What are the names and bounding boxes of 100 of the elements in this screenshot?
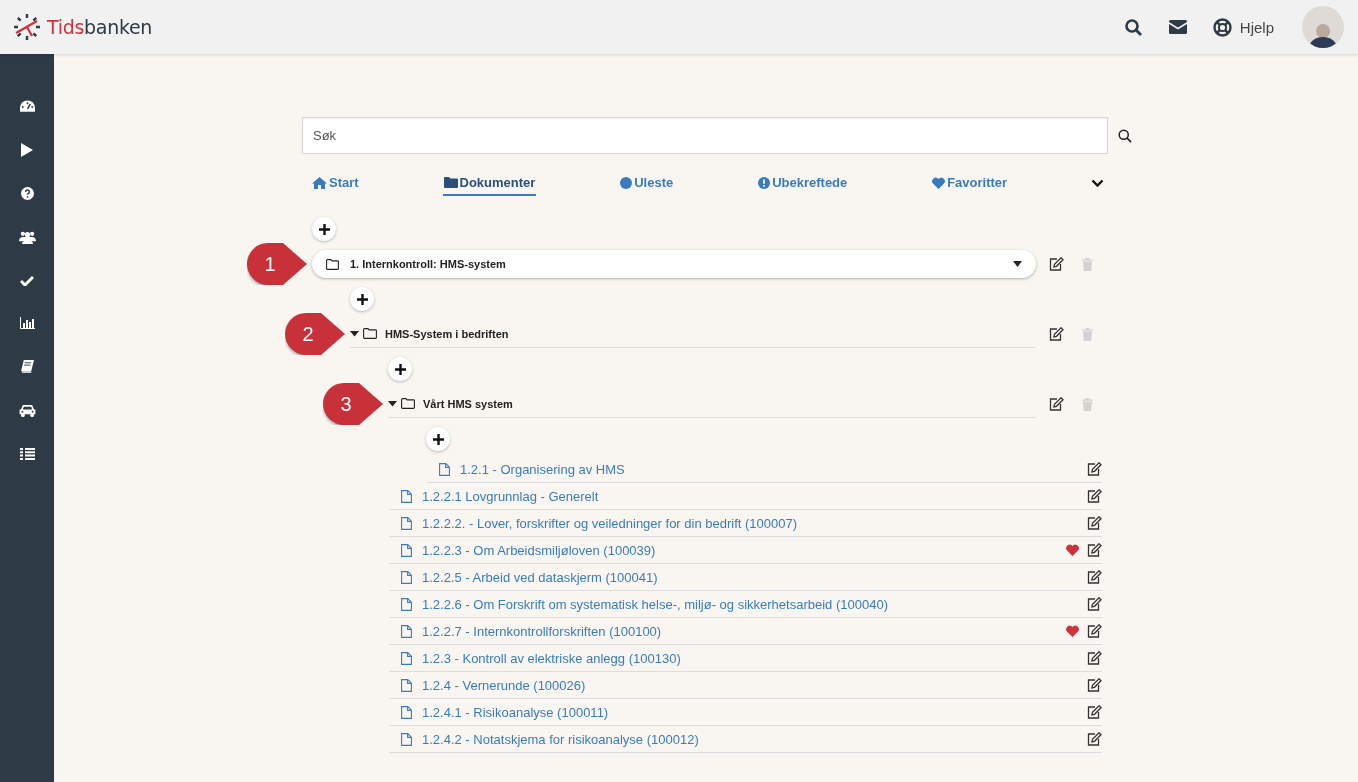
document-link[interactable]: 1.2.4.2 - Notatskjema for risikoanalyse (100012) xyxy=(422,731,1077,747)
edit-icon[interactable] xyxy=(1087,462,1102,476)
document-link[interactable]: 1.2.1 - Organisering av HMS xyxy=(460,461,1077,477)
add-button[interactable] xyxy=(388,357,412,381)
circle-icon xyxy=(620,176,633,189)
document-icon xyxy=(401,651,412,665)
play-icon[interactable] xyxy=(21,143,33,157)
checkmark-icon[interactable] xyxy=(20,275,34,286)
tab[interactable]: Favoritter xyxy=(931,171,1009,196)
document-link[interactable]: 1.2.3 - Kontroll av elektriske anlegg (100130) xyxy=(422,650,1077,666)
search-icon[interactable] xyxy=(1124,18,1142,36)
document-link[interactable]: 1.2.2.3 - Om Arbeidsmiljøloven (100039) xyxy=(422,542,1056,558)
document-icon xyxy=(401,489,412,503)
caret-icon xyxy=(1013,261,1022,267)
document-icon xyxy=(401,516,412,530)
users-icon[interactable] xyxy=(18,231,36,244)
heart-icon xyxy=(932,176,946,189)
document-row[interactable]: 1.2.2.3 - Om Arbeidsmiljøloven (100039) xyxy=(389,537,1102,564)
tab[interactable]: Start xyxy=(311,171,360,196)
document-icon xyxy=(401,678,412,692)
document-link[interactable]: 1.2.2.7 - Internkontrollforskriften (100100) xyxy=(422,623,1056,639)
document-row[interactable]: 1.2.2.7 - Internkontrollforskriften (100100) xyxy=(389,618,1102,645)
edit-icon[interactable] xyxy=(1087,516,1102,530)
document-row[interactable]: 1.2.4.2 - Notatskjema for risikoanalyse (100012) xyxy=(389,726,1102,753)
caret-icon[interactable] xyxy=(388,399,397,408)
brand-name: Tidsbanken xyxy=(47,16,153,38)
edit-icon[interactable] xyxy=(1087,543,1102,557)
folder-row[interactable]: HMS-System i bedriften xyxy=(350,320,1036,348)
heart-icon[interactable] xyxy=(1066,625,1079,637)
help-icon[interactable] xyxy=(20,187,34,200)
document-icon xyxy=(401,624,412,638)
search-field[interactable]: Søk xyxy=(302,117,1109,154)
document-link[interactable]: 1.2.2.2. - Lover, forskrifter og veiledninger for din bedrift (100007) xyxy=(422,515,1077,531)
document-row[interactable]: 1.2.2.2. - Lover, forskrifter og veiledninger for din bedrift (100007) xyxy=(389,510,1102,537)
heart-icon[interactable] xyxy=(1066,544,1079,556)
clock-logo-icon xyxy=(13,13,41,41)
document-icon xyxy=(401,570,412,584)
edit-icon[interactable] xyxy=(1087,705,1102,719)
bar-chart-icon[interactable] xyxy=(19,317,35,329)
document-icon xyxy=(401,597,412,611)
document-row[interactable]: 1.2.2.1 Lovgrunnlag - Generelt xyxy=(389,483,1102,510)
book-icon[interactable] xyxy=(20,360,34,373)
folder-outline-icon xyxy=(401,398,415,409)
document-link[interactable]: 1.2.2.6 - Om Forskrift om systematisk helse-, miljø- og sikkerhetsarbeid (100040) xyxy=(422,596,1077,612)
tab[interactable]: Uleste xyxy=(619,171,675,196)
edit-icon[interactable] xyxy=(1087,651,1102,665)
folder-dropdown[interactable]: 1. Internkontroll: HMS-system xyxy=(312,250,1036,278)
lifebuoy-icon xyxy=(1212,17,1232,37)
caret-icon[interactable] xyxy=(350,329,359,338)
edit-icon[interactable] xyxy=(1087,732,1102,746)
chevron-down-icon[interactable] xyxy=(1091,179,1104,188)
edit-icon[interactable] xyxy=(1049,257,1064,271)
folder-outline-icon xyxy=(363,328,377,339)
edit-icon[interactable] xyxy=(1087,597,1102,611)
plus-icon xyxy=(356,293,368,305)
folder-outline-icon xyxy=(326,258,339,270)
help-button[interactable]: Hjelp xyxy=(1212,17,1274,37)
document-row[interactable]: 1.2.4 - Vernerunde (100026) xyxy=(389,672,1102,699)
document-row[interactable]: 1.2.2.6 - Om Forskrift om systematisk helse-, miljø- og sikkerhetsarbeid (100040) xyxy=(389,591,1102,618)
search-icon[interactable] xyxy=(1118,128,1132,143)
folder-title: 1. Internkontroll: HMS-system xyxy=(350,258,506,270)
add-button[interactable] xyxy=(426,427,450,451)
car-icon[interactable] xyxy=(18,404,36,417)
document-icon xyxy=(401,732,412,746)
plus-icon xyxy=(394,363,406,375)
document-link[interactable]: 1.2.4.1 - Risikoanalyse (100011) xyxy=(422,704,1077,720)
edit-icon[interactable] xyxy=(1049,397,1064,411)
document-link[interactable]: 1.2.2.5 - Arbeid ved dataskjerm (100041) xyxy=(422,569,1077,585)
user-avatar[interactable] xyxy=(1302,6,1344,48)
edit-icon[interactable] xyxy=(1087,678,1102,692)
list-icon[interactable] xyxy=(19,448,35,460)
home-icon xyxy=(312,176,327,189)
callout-marker: 2 xyxy=(285,313,345,355)
edit-icon[interactable] xyxy=(1087,489,1102,503)
plus-icon xyxy=(318,223,330,235)
envelope-icon[interactable] xyxy=(1168,20,1187,34)
folder-icon xyxy=(443,177,458,188)
edit-icon[interactable] xyxy=(1049,327,1064,341)
document-row[interactable]: 1.2.3 - Kontroll av elektriske anlegg (100130) xyxy=(389,645,1102,672)
tab[interactable]: Dokumenter xyxy=(442,171,537,196)
exclamation-icon xyxy=(758,176,771,189)
document-row[interactable]: 1.2.2.5 - Arbeid ved dataskjerm (100041) xyxy=(389,564,1102,591)
document-icon xyxy=(401,543,412,557)
callout-marker: 3 xyxy=(323,383,383,425)
folder-row[interactable]: Vårt HMS system xyxy=(388,390,1036,418)
folder-title: HMS-System i bedriften xyxy=(385,327,509,340)
edit-icon[interactable] xyxy=(1087,570,1102,584)
add-button[interactable] xyxy=(350,287,374,311)
add-button[interactable] xyxy=(312,217,336,241)
dashboard-icon[interactable] xyxy=(19,100,35,112)
folder-title: Vårt HMS system xyxy=(423,397,513,410)
document-icon xyxy=(401,705,412,719)
document-row[interactable]: 1.2.4.1 - Risikoanalyse (100011) xyxy=(389,699,1102,726)
document-row[interactable]: 1.2.1 - Organisering av HMS xyxy=(427,456,1102,483)
document-icon xyxy=(439,462,450,476)
document-link[interactable]: 1.2.2.1 Lovgrunnlag - Generelt xyxy=(422,488,1077,504)
tab[interactable]: Ubekreftede xyxy=(757,171,849,196)
edit-icon[interactable] xyxy=(1087,624,1102,638)
callout-marker: 1 xyxy=(247,243,307,285)
document-link[interactable]: 1.2.4 - Vernerunde (100026) xyxy=(422,677,1077,693)
